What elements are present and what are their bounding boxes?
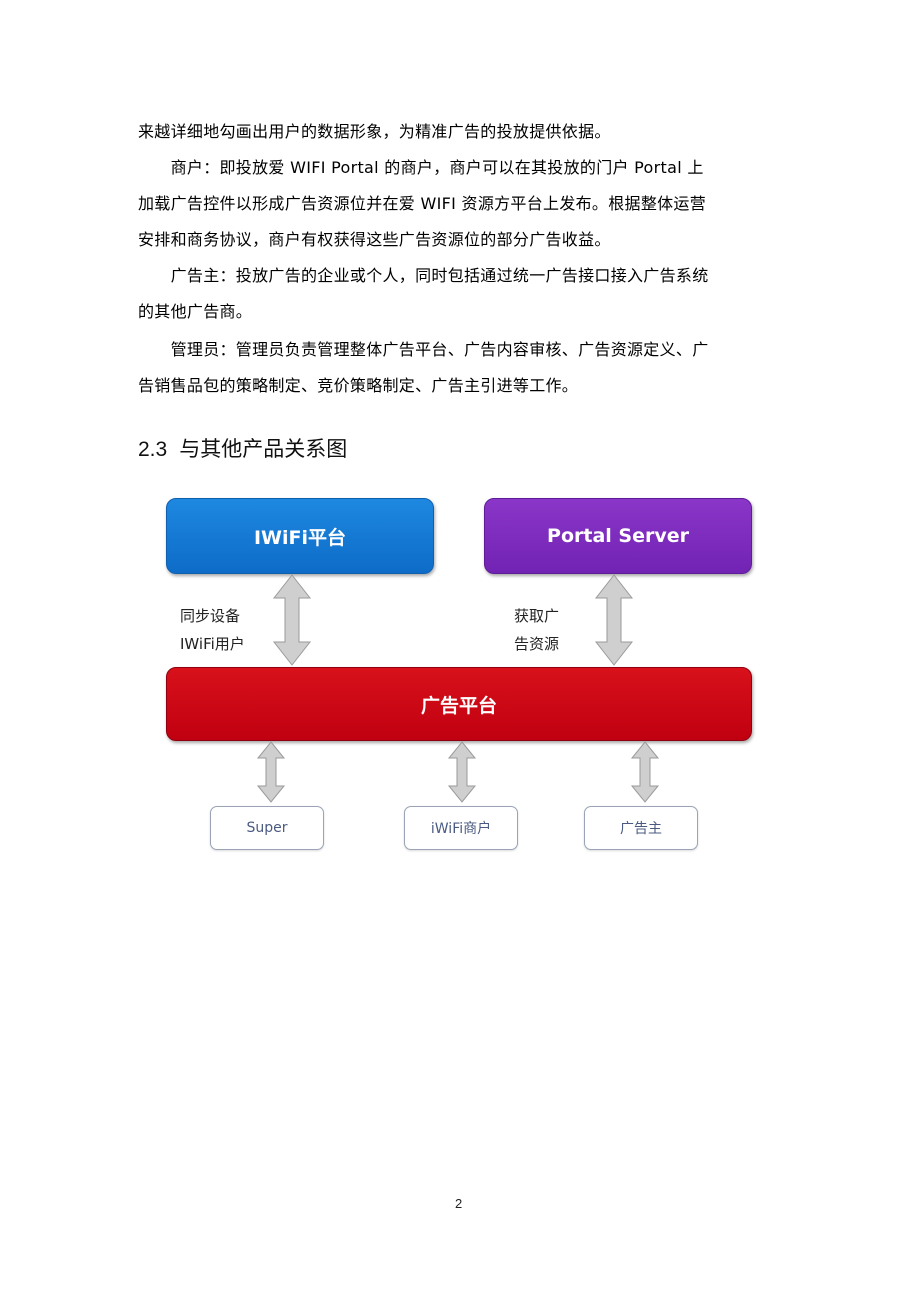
iwifi-merchant-box: iWiFi商户 (404, 806, 518, 850)
paragraph-line: 广告主：投放广告的企业或个人，同时包括通过统一广告接口接入广告系统 (138, 266, 709, 285)
fetch-label-line2: 告资源 (514, 635, 560, 653)
ad-platform-box: 广告平台 (166, 667, 752, 741)
paragraph-line: 安排和商务协议，商户有权获得这些广告资源位的部分广告收益。 (138, 230, 611, 249)
double-arrow-icon (256, 741, 286, 803)
ad-platform-label: 广告平台 (420, 694, 497, 717)
sync-label-line1: 同步设备 (180, 607, 241, 625)
paragraph-line: 商户：即投放爱 WIFI Portal 的商户，商户可以在其投放的门户 Port… (138, 158, 704, 177)
iwifi-merchant-label: iWiFi商户 (430, 821, 492, 837)
portal-server-label: Portal Server (547, 525, 689, 547)
sync-label-line2: IWiFi用户 (180, 635, 245, 653)
portal-server-box: Portal Server (484, 498, 752, 574)
iwifi-platform-label: IWiFi平台 (253, 526, 347, 549)
paragraph-line: 来越详细地勾画出用户的数据形象，为精准广告的投放提供依据。 (138, 122, 611, 141)
paragraph-line: 的其他广告商。 (138, 302, 253, 321)
section-heading: 2.3 与其他产品关系图 (138, 436, 347, 463)
paragraph-line: 管理员：管理员负责管理整体广告平台、广告内容审核、广告资源定义、广 (138, 340, 709, 359)
page-number: 2 (455, 1196, 463, 1211)
section-number: 2.3 (138, 438, 168, 461)
sync-label: 同步设备 IWiFi用户 (180, 602, 245, 658)
double-arrow-icon (272, 574, 312, 666)
double-arrow-icon (594, 574, 634, 666)
fetch-resource-label: 获取广 告资源 (514, 602, 559, 658)
paragraph-line: 告销售品包的策略制定、竞价策略制定、广告主引进等工作。 (138, 376, 579, 395)
double-arrow-icon (630, 741, 660, 803)
iwifi-platform-box: IWiFi平台 (166, 498, 434, 574)
double-arrow-icon (447, 741, 477, 803)
fetch-label-line1: 获取广 (514, 607, 560, 625)
super-label: Super (246, 820, 288, 836)
section-title: 与其他产品关系图 (179, 437, 348, 461)
paragraph-line: 加载广告控件以形成广告资源位并在爱 WIFI 资源方平台上发布。根据整体运营 (138, 194, 707, 213)
advertiser-label: 广告主 (620, 821, 662, 837)
advertiser-box: 广告主 (584, 806, 698, 850)
super-box: Super (210, 806, 324, 850)
